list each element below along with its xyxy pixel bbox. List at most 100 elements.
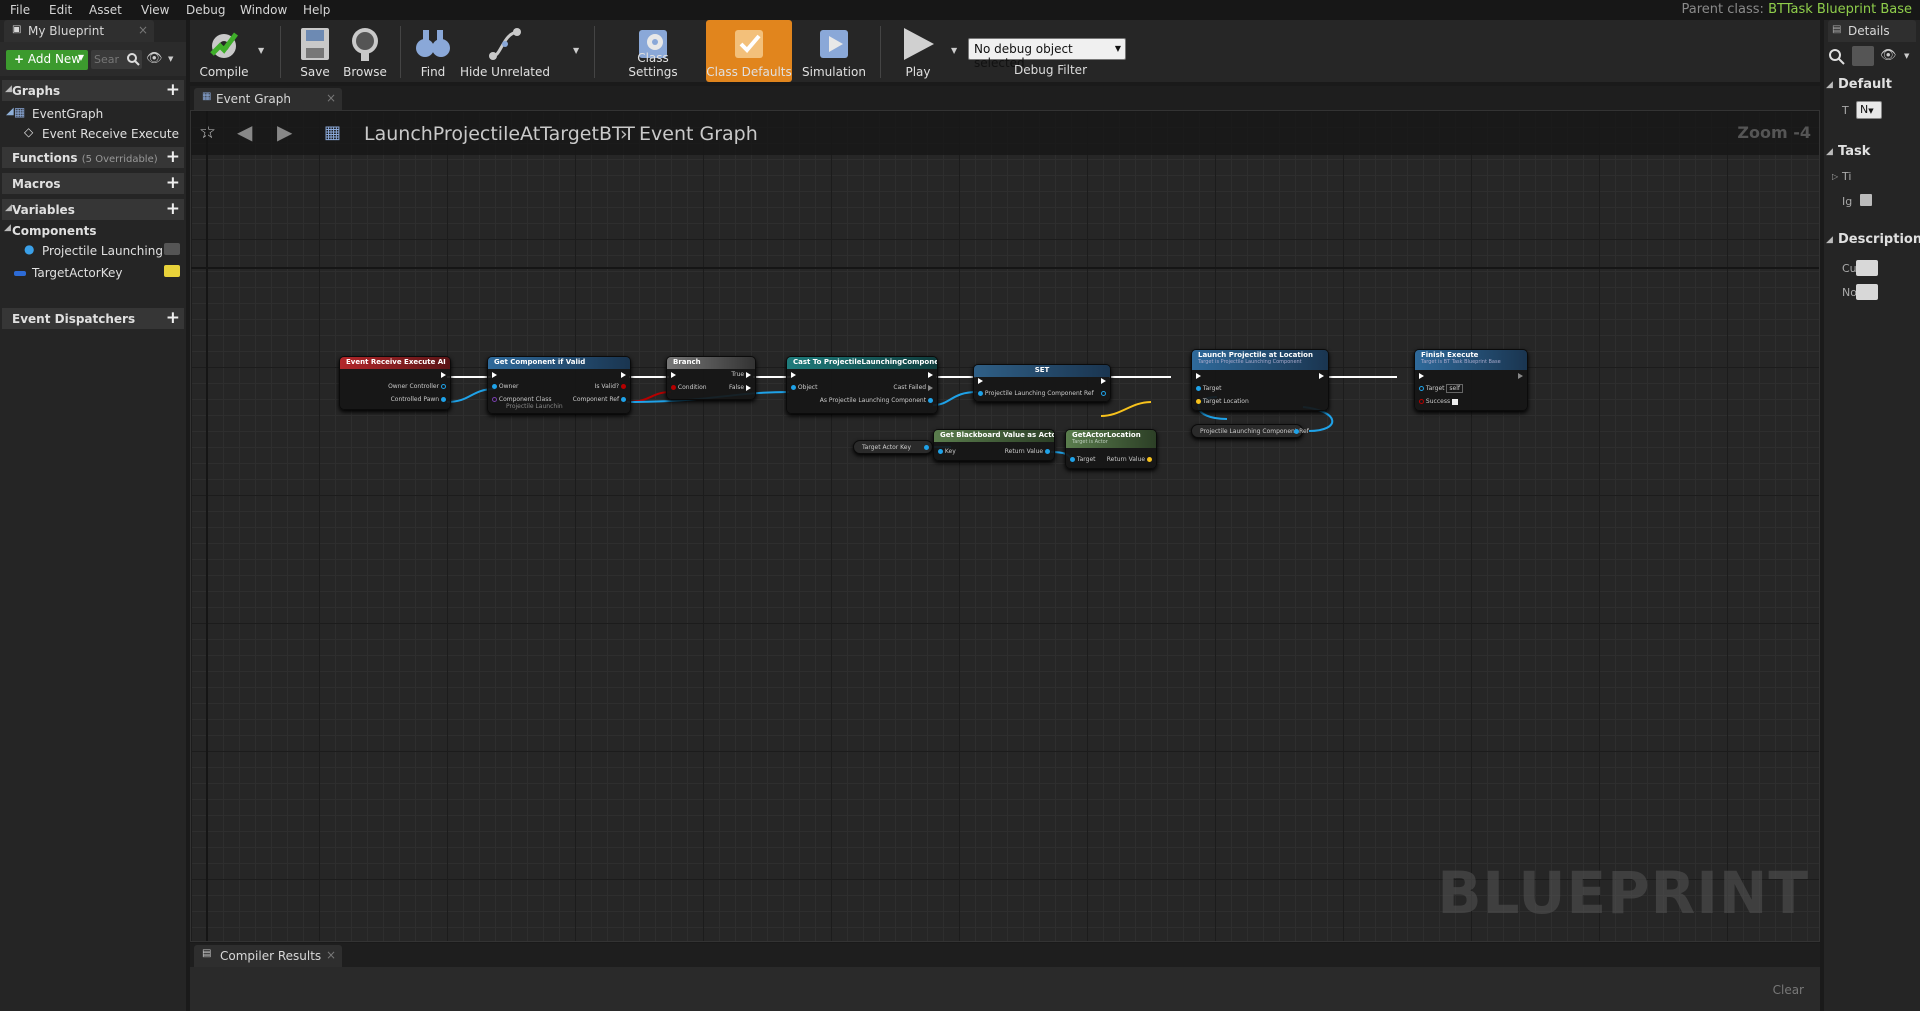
var-target-actor-key[interactable]: TargetActorKey (32, 266, 122, 280)
collapsed-arrow-icon[interactable]: ▷ (1832, 172, 1838, 181)
play-button[interactable]: Play (890, 20, 946, 82)
add-macro-icon[interactable]: + (166, 173, 180, 193)
pin-controlled-pawn[interactable]: Controlled Pawn (391, 396, 446, 403)
add-graph-icon[interactable]: + (166, 80, 180, 100)
close-icon[interactable]: × (326, 948, 336, 962)
exec-in-pin[interactable] (492, 371, 497, 378)
pin-out[interactable] (924, 444, 929, 451)
class-settings-button[interactable]: Class Settings (612, 20, 694, 82)
close-icon[interactable]: × (326, 91, 336, 105)
pin-return-value[interactable]: Return Value (1005, 448, 1050, 455)
close-icon[interactable]: × (138, 23, 148, 37)
menu-window[interactable]: Window (240, 3, 287, 17)
exec-in-pin[interactable] (791, 371, 796, 378)
pin-component-class[interactable]: Component Class (492, 396, 551, 403)
eye-icon[interactable]: 👁 (146, 51, 163, 66)
tree-item-event-receive-execute[interactable]: Event Receive Execute (42, 127, 179, 141)
section-functions[interactable]: Functions (5 Overridable) + (2, 147, 184, 168)
exec-in-pin[interactable] (978, 377, 983, 384)
pin-default-value[interactable]: self (1446, 384, 1464, 393)
node-get-component-if-valid[interactable]: Get Component if Valid Owner Is Valid? C… (487, 356, 631, 414)
exec-out-pin[interactable] (1518, 372, 1523, 379)
exec-out-pin[interactable] (621, 371, 626, 378)
search-icon[interactable] (1828, 48, 1846, 66)
section-variables[interactable]: ◢ Variables + (2, 199, 184, 220)
pin-out[interactable] (1294, 428, 1299, 435)
var-projectile-launching[interactable]: Projectile Launching (42, 244, 163, 258)
node-projectile-launching-component-ref-getter[interactable]: Projectile Launching Component Ref (1191, 424, 1309, 438)
pin-target[interactable]: Target (1196, 385, 1221, 392)
menu-file[interactable]: File (10, 3, 30, 17)
exec-out-pin[interactable] (1101, 377, 1106, 384)
pin-key[interactable]: Key (938, 448, 956, 455)
add-variable-icon[interactable]: + (166, 199, 180, 219)
node-set[interactable]: SET Projectile Launching Component Ref (973, 364, 1111, 402)
property-t-select[interactable]: N▼ (1856, 101, 1882, 119)
node-get-actor-location[interactable]: GetActorLocation Target is Actor Target R… (1065, 429, 1157, 469)
eye-icon[interactable]: 👁 (1880, 48, 1897, 63)
property-matrix-icon[interactable] (1852, 46, 1874, 66)
pin-condition[interactable]: Condition (671, 384, 707, 391)
pin-owner[interactable]: Owner (492, 383, 519, 390)
debug-object-select[interactable]: No debug object selected ▼ (968, 38, 1126, 70)
pin-target[interactable]: Target self (1419, 384, 1464, 393)
section-graphs[interactable]: ◢ Graphs + (2, 80, 184, 101)
clear-button[interactable]: Clear (1773, 983, 1804, 997)
pin-as-projectile-launching-component[interactable]: As Projectile Launching Component (820, 397, 933, 404)
subsection-components[interactable]: Components (12, 224, 97, 238)
pin-out[interactable] (1101, 390, 1106, 397)
exec-out-pin[interactable] (928, 371, 933, 378)
pin-component-class-value[interactable]: Projectile Launchin (506, 403, 563, 410)
section-event-dispatchers[interactable]: Event Dispatchers + (2, 308, 184, 329)
section-macros[interactable]: Macros + (2, 173, 184, 194)
pin-false[interactable]: False (729, 384, 751, 391)
section-default[interactable]: Default (1838, 77, 1892, 92)
parent-class-link[interactable]: BTTask Blueprint Base (1768, 2, 1912, 17)
property-cu-field[interactable] (1856, 260, 1878, 276)
my-blueprint-tab[interactable]: ▣ My Blueprint × (4, 20, 154, 42)
pin-target-location[interactable]: Target Location (1196, 398, 1249, 405)
chevron-down-icon[interactable]: ▼ (951, 46, 957, 55)
section-task[interactable]: Task (1838, 144, 1870, 159)
hide-unrelated-button[interactable]: Hide Unrelated (460, 20, 550, 82)
node-launch-projectile-at-location[interactable]: Launch Projectile at Location Target is P… (1191, 349, 1329, 411)
chevron-down-icon[interactable]: ▼ (168, 55, 173, 63)
property-no-field[interactable] (1856, 284, 1878, 300)
checkbox-checked-icon[interactable] (1452, 398, 1458, 405)
chevron-down-icon[interactable]: ▼ (1904, 52, 1909, 60)
exec-in-pin[interactable] (1196, 372, 1201, 379)
tab-compiler-results[interactable]: ▤ Compiler Results × (194, 945, 342, 967)
add-new-button[interactable]: + Add New ▼ (6, 50, 88, 70)
pin-cast-failed[interactable]: Cast Failed (893, 384, 933, 391)
node-event-receive-execute-ai[interactable]: Event Receive Execute AI Owner Controlle… (339, 356, 451, 410)
property-ig-checkbox[interactable] (1860, 194, 1872, 206)
tree-item-eventgraph[interactable]: EventGraph (32, 107, 103, 121)
node-target-actor-key-getter[interactable]: Target Actor Key (853, 440, 933, 454)
section-description[interactable]: Description (1838, 232, 1920, 247)
menu-debug[interactable]: Debug (186, 3, 225, 17)
find-button[interactable]: Find (412, 20, 454, 82)
add-function-icon[interactable]: + (166, 147, 180, 167)
visibility-open-eye-icon[interactable] (164, 265, 180, 277)
tab-event-graph[interactable]: ▦ Event Graph × (194, 88, 342, 110)
node-cast-to-projectile-launching-component[interactable]: Cast To ProjectileLaunchingComponent Obj… (786, 356, 938, 414)
exec-out-pin[interactable] (1319, 372, 1324, 379)
exec-in-pin[interactable] (1419, 372, 1424, 379)
menu-edit[interactable]: Edit (49, 3, 72, 17)
compile-button[interactable]: Compile (196, 20, 252, 82)
chevron-down-icon[interactable]: ▼ (258, 46, 264, 55)
search-input[interactable]: Sear (91, 50, 142, 69)
pin-object[interactable]: Object (791, 384, 817, 391)
pin-target[interactable]: Target (1070, 456, 1095, 463)
pin-component-ref[interactable]: Component Ref (573, 396, 626, 403)
pin-return-value[interactable]: Return Value (1107, 456, 1152, 463)
exec-in-pin[interactable] (671, 371, 676, 378)
save-button[interactable]: Save (294, 20, 336, 82)
pin-true[interactable]: True (731, 371, 751, 378)
visibility-closed-eye-icon[interactable] (164, 243, 180, 255)
menu-view[interactable]: View (141, 3, 169, 17)
details-tab[interactable]: ▤ Details (1828, 20, 1916, 42)
browse-button[interactable]: Browse (342, 20, 388, 82)
menu-asset[interactable]: Asset (89, 3, 122, 17)
simulation-button[interactable]: Simulation (798, 20, 870, 82)
